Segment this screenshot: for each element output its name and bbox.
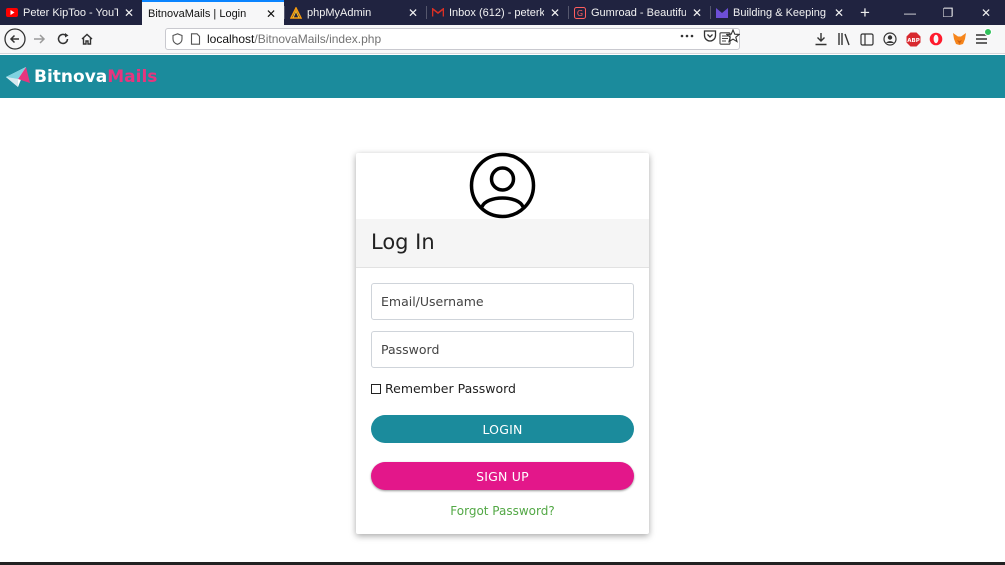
tab-label: Building & Keeping a Bra — [733, 6, 828, 19]
remember-password-label: Remember Password — [385, 381, 516, 396]
maximize-button[interactable]: ❐ — [929, 0, 967, 25]
forgot-password-link[interactable]: Forgot Password? — [356, 504, 649, 518]
new-tab-button[interactable]: + — [852, 0, 878, 25]
browser-nav-bar: localhost/BitnovaMails/index.php ABP — [0, 25, 1005, 54]
more-actions-icon[interactable] — [680, 29, 694, 43]
signup-button[interactable]: SIGN UP — [371, 462, 634, 490]
login-title: Log In — [371, 230, 435, 254]
forward-button[interactable] — [27, 27, 51, 51]
download-icon[interactable] — [812, 28, 830, 50]
opera-extension-icon[interactable] — [927, 28, 945, 50]
home-icon — [81, 33, 93, 45]
youtube-icon — [6, 7, 18, 19]
reload-button[interactable] — [51, 27, 75, 51]
address-bar[interactable]: localhost/BitnovaMails/index.php — [165, 28, 740, 50]
remember-password-option[interactable]: Remember Password — [371, 381, 516, 396]
pocket-icon[interactable] — [703, 29, 717, 43]
adblock-plus-icon[interactable]: ABP — [904, 28, 922, 50]
tab-close-icon[interactable]: ✕ — [264, 7, 278, 21]
brand-name-part1: Bitnova — [34, 66, 108, 87]
tab-gumroad[interactable]: G Gumroad - Beautifully Si ✕ — [568, 0, 710, 25]
tab-bitnova-login[interactable]: BitnovaMails | Login ✕ — [142, 0, 284, 25]
url-host: localhost — [207, 32, 255, 46]
mail-icon — [716, 7, 728, 19]
tab-label: Gumroad - Beautifully Si — [591, 6, 686, 19]
tab-label: BitnovaMails | Login — [148, 7, 247, 20]
url-path: /BitnovaMails/index.php — [254, 32, 382, 46]
login-card-header: Log In — [356, 219, 649, 268]
window-controls: — ❐ ✕ — [891, 0, 1005, 25]
update-badge-icon — [984, 28, 992, 36]
back-button[interactable] — [3, 27, 27, 51]
tab-close-icon[interactable]: ✕ — [548, 6, 562, 20]
svg-text:ABP: ABP — [907, 38, 919, 44]
browser-tab-strip: Peter KipToo - YouTube ✕ BitnovaMails | … — [0, 0, 1005, 25]
brand-name-part2: Mails — [107, 66, 158, 87]
forward-arrow-icon — [34, 34, 46, 44]
login-button[interactable]: LOGIN — [371, 415, 634, 443]
tab-youtube[interactable]: Peter KipToo - YouTube ✕ — [0, 0, 142, 25]
home-button[interactable] — [75, 27, 99, 51]
bitnova-logo-icon[interactable] — [4, 63, 32, 91]
metamask-fox-icon[interactable] — [950, 28, 968, 50]
email-username-input[interactable] — [371, 283, 634, 320]
browser-toolbar-right: ABP — [812, 28, 992, 50]
bookmark-star-icon[interactable] — [726, 29, 740, 43]
tab-close-icon[interactable]: ✕ — [832, 6, 846, 20]
tab-gmail[interactable]: Inbox (612) - peterkiptoo ✕ — [426, 0, 568, 25]
menu-hamburger-icon[interactable] — [973, 28, 992, 50]
tab-label: Peter KipToo - YouTube — [23, 6, 118, 19]
reload-icon — [57, 33, 69, 45]
page-info-icon[interactable] — [190, 33, 201, 45]
back-arrow-icon — [4, 28, 26, 50]
library-icon[interactable] — [835, 28, 853, 50]
tab-label: phpMyAdmin — [307, 6, 372, 19]
brand-name[interactable]: BitnovaMails — [34, 67, 157, 87]
tab-close-icon[interactable]: ✕ — [122, 6, 136, 20]
phpmyadmin-icon — [290, 6, 302, 19]
minimize-button[interactable]: — — [891, 0, 929, 25]
svg-text:G: G — [577, 9, 583, 18]
password-input[interactable] — [371, 331, 634, 368]
app-header: BitnovaMails — [0, 55, 1005, 98]
gmail-icon — [432, 7, 444, 19]
login-card: Log In Remember Password LOGIN SIGN UP F… — [356, 152, 649, 534]
url-bar-extras — [680, 29, 740, 43]
close-window-button[interactable]: ✕ — [967, 0, 1005, 25]
tab-phpmyadmin[interactable]: phpMyAdmin ✕ — [284, 0, 426, 25]
shield-icon[interactable] — [172, 33, 183, 45]
sidebar-icon[interactable] — [858, 28, 876, 50]
gumroad-icon: G — [574, 6, 586, 19]
tab-close-icon[interactable]: ✕ — [690, 6, 704, 20]
account-icon[interactable] — [881, 28, 899, 50]
user-avatar-icon — [469, 152, 536, 219]
tab-building-brand[interactable]: Building & Keeping a Bra ✕ — [710, 0, 852, 25]
remember-password-checkbox[interactable] — [371, 383, 381, 394]
tab-close-icon[interactable]: ✕ — [406, 6, 420, 20]
tab-label: Inbox (612) - peterkiptoo — [449, 6, 544, 19]
